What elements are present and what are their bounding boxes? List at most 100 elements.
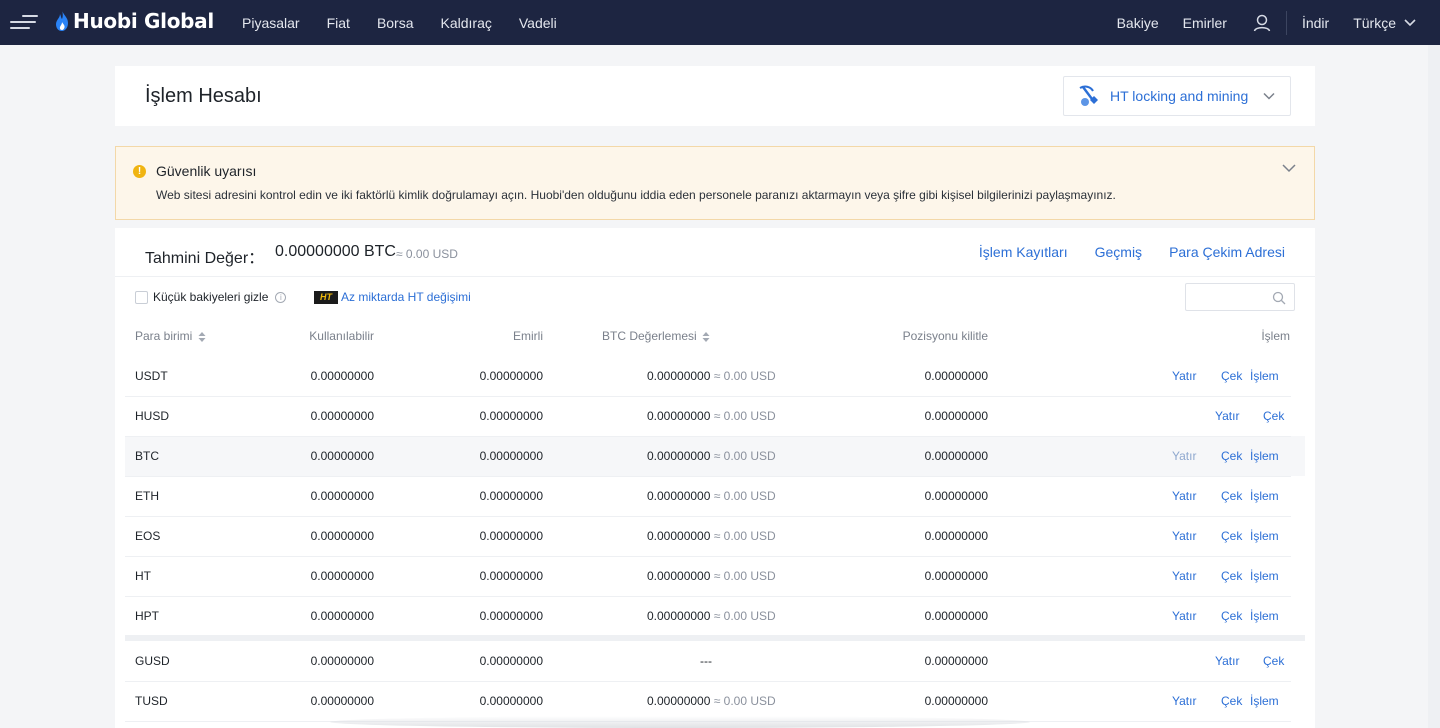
cell-currency: ETH — [135, 489, 159, 503]
deposit-link[interactable]: Yatır — [1215, 654, 1239, 668]
trade-link[interactable]: İşlem — [1250, 694, 1279, 708]
hide-small-balances: Küçük bakiyeleri gizle i — [135, 290, 287, 304]
flame-logo-icon — [56, 10, 68, 31]
cell-frozen: 0.00000000 — [479, 609, 543, 623]
search-field[interactable] — [1185, 283, 1295, 311]
language-selector[interactable]: Türkçe — [1353, 15, 1396, 31]
deposit-link[interactable]: Yatır — [1172, 694, 1196, 708]
usd-value: ≈ 0.00 USD — [713, 529, 776, 543]
nav-margin[interactable]: Kaldıraç — [441, 15, 492, 31]
btc-value: 0.00000000 — [647, 694, 711, 708]
withdraw-link[interactable]: Çek — [1221, 489, 1242, 503]
deposit-link[interactable]: Yatır — [1172, 569, 1196, 583]
alert-body: Web sitesi adresini kontrol edin ve iki … — [156, 188, 1116, 202]
huobi-logo[interactable]: Huobi Global — [54, 9, 214, 33]
cell-currency: BTC — [135, 449, 159, 463]
usd-value: ≈ 0.00 USD — [713, 489, 776, 503]
table-row: USDT 0.00000000 0.00000000 0.00000000 ≈ 0.0… — [125, 356, 1305, 396]
transaction-records-link[interactable]: İşlem Kayıtları — [979, 244, 1068, 260]
withdraw-link[interactable]: Çek — [1263, 654, 1284, 668]
trade-link[interactable]: İşlem — [1250, 609, 1279, 623]
row-divider — [125, 596, 1291, 597]
trade-link[interactable]: İşlem — [1250, 369, 1279, 383]
deposit-link[interactable]: Yatır — [1172, 529, 1196, 543]
withdraw-link[interactable]: Çek — [1221, 694, 1242, 708]
trade-link[interactable]: İşlem — [1250, 449, 1279, 463]
sort-icon[interactable] — [702, 331, 710, 343]
cell-currency: HT — [135, 569, 151, 583]
cell-btc-value: 0.00000000 ≈ 0.00 USD — [647, 609, 776, 623]
small-ht-exchange[interactable]: HT Az miktarda HT değişimi — [314, 290, 471, 304]
deposit-link[interactable]: Yatır — [1172, 449, 1196, 463]
chevron-down-icon[interactable] — [1404, 18, 1416, 27]
deposit-link[interactable]: Yatır — [1215, 409, 1239, 423]
trade-link[interactable]: İşlem — [1250, 489, 1279, 503]
alert-title: Güvenlik uyarısı — [156, 163, 257, 179]
collapse-chevron-icon[interactable] — [1281, 162, 1297, 174]
cell-btc-value: 0.00000000 ≈ 0.00 USD — [647, 409, 776, 423]
hide-small-label[interactable]: Küçük bakiyeleri gizle — [153, 290, 268, 304]
table-row: HT 0.00000000 0.00000000 0.00000000 ≈ 0.00 … — [125, 556, 1305, 596]
scrollbar-track[interactable] — [1428, 45, 1440, 728]
usd-value: ≈ 0.00 USD — [713, 369, 776, 383]
cell-frozen: 0.00000000 — [479, 694, 543, 708]
history-link[interactable]: Geçmiş — [1095, 244, 1142, 260]
col-header-btc-value[interactable]: BTC Değerlemesi — [602, 329, 710, 343]
divider — [115, 276, 1315, 277]
nav-balance[interactable]: Bakiye — [1117, 15, 1159, 31]
menu-icon[interactable] — [10, 12, 38, 32]
estimated-value-usd: ≈ 0.00 USD — [396, 247, 458, 261]
search-icon[interactable] — [1272, 291, 1286, 305]
withdraw-link[interactable]: Çek — [1263, 409, 1284, 423]
row-divider — [125, 436, 1291, 437]
bottom-fade — [330, 716, 1030, 728]
usd-value: ≈ 0.00 USD — [713, 694, 776, 708]
user-icon[interactable] — [1253, 14, 1271, 32]
row-divider — [125, 556, 1291, 557]
trade-link[interactable]: İşlem — [1250, 569, 1279, 583]
estimated-value: 0.00000000 BTC — [275, 243, 396, 260]
col-header-frozen: Emirli — [513, 329, 543, 343]
cell-btc-value: 0.00000000 ≈ 0.00 USD — [647, 489, 776, 503]
deposit-link[interactable]: Yatır — [1172, 609, 1196, 623]
col-header-currency[interactable]: Para birimi — [135, 329, 206, 343]
withdraw-link[interactable]: Çek — [1221, 529, 1242, 543]
withdraw-link[interactable]: Çek — [1221, 569, 1242, 583]
sort-icon[interactable] — [198, 331, 206, 343]
info-icon[interactable]: i — [275, 291, 287, 303]
row-divider — [125, 396, 1291, 397]
cell-currency: HPT — [135, 609, 159, 623]
nav-exchange[interactable]: Borsa — [377, 15, 414, 31]
page-header: İşlem Hesabı HT locking and mining — [115, 66, 1315, 126]
nav-orders[interactable]: Emirler — [1183, 15, 1227, 31]
ht-locking-dropdown[interactable]: HT locking and mining — [1063, 76, 1291, 116]
hide-small-checkbox[interactable] — [135, 290, 148, 304]
usd-value: ≈ 0.00 USD — [713, 449, 776, 463]
table-row: HPT 0.00000000 0.00000000 0.00000000 ≈ 0.00… — [125, 596, 1305, 636]
withdraw-link[interactable]: Çek — [1221, 369, 1242, 383]
search-input[interactable] — [1186, 284, 1271, 310]
col-header-btc-value-label: BTC Değerlemesi — [602, 329, 697, 343]
cell-btc-value: 0.00000000 ≈ 0.00 USD — [647, 369, 776, 383]
withdrawal-address-link[interactable]: Para Çekim Adresi — [1169, 244, 1285, 260]
deposit-link[interactable]: Yatır — [1172, 489, 1196, 503]
nav-download[interactable]: İndir — [1302, 15, 1329, 31]
cell-available: 0.00000000 — [310, 654, 374, 668]
withdraw-link[interactable]: Çek — [1221, 609, 1242, 623]
nav-fiat[interactable]: Fiat — [327, 15, 350, 31]
security-alert: ! Güvenlik uyarısı Web sitesi adresini k… — [115, 146, 1315, 220]
cell-frozen: 0.00000000 — [479, 369, 543, 383]
trade-link[interactable]: İşlem — [1250, 529, 1279, 543]
nav-markets[interactable]: Piyasalar — [242, 15, 300, 31]
estimated-value-label: Tahmini Değer： — [145, 250, 265, 267]
cell-frozen: 0.00000000 — [479, 489, 543, 503]
row-divider — [125, 681, 1291, 682]
nav-futures[interactable]: Vadeli — [519, 15, 557, 31]
cell-locked: 0.00000000 — [924, 654, 988, 668]
deposit-link[interactable]: Yatır — [1172, 369, 1196, 383]
col-header-action: İşlem — [1261, 329, 1290, 343]
withdraw-link[interactable]: Çek — [1221, 449, 1242, 463]
ht-swap-label[interactable]: Az miktarda HT değişimi — [341, 290, 471, 304]
ht-dropdown-label: HT locking and mining — [1110, 88, 1249, 104]
cell-available: 0.00000000 — [310, 369, 374, 383]
